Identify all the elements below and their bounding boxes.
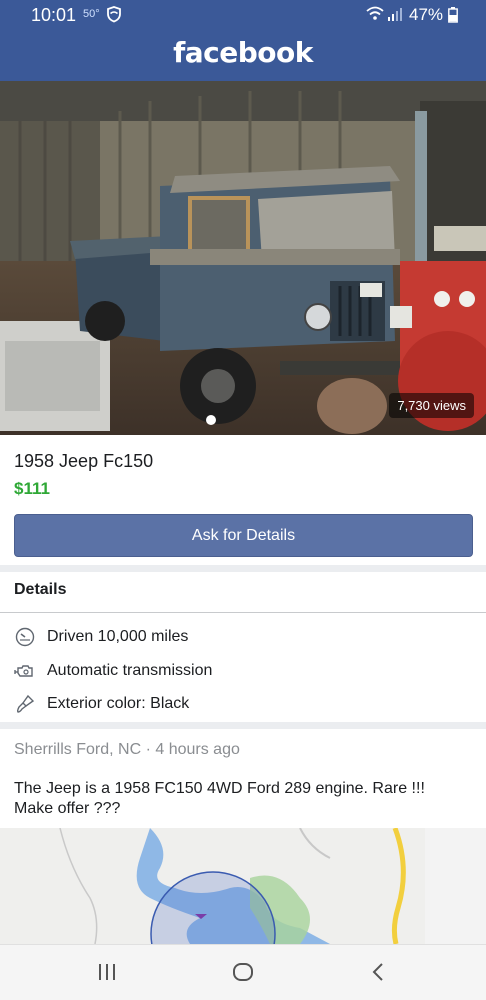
detail-text: Automatic transmission	[47, 662, 213, 679]
listing-price: $111	[14, 479, 50, 498]
photo-pager-dot[interactable]	[206, 415, 216, 425]
engine-icon	[14, 660, 36, 682]
listing-description: The Jeep is a 1958 FC150 4WD Ford 289 en…	[14, 780, 425, 817]
section-divider	[0, 722, 486, 729]
section-divider	[0, 565, 486, 572]
details-heading: Details	[14, 581, 67, 598]
view-count-badge: 7,730 views	[389, 393, 474, 418]
battery-percent: 47%	[409, 5, 444, 24]
detail-text: Driven 10,000 miles	[47, 628, 189, 645]
status-time: 10:01	[31, 5, 77, 25]
location-map[interactable]	[0, 828, 486, 944]
vpn-shield-icon	[105, 5, 123, 28]
paint-brush-icon	[14, 693, 36, 715]
speedometer-icon	[14, 626, 36, 648]
facebook-logo[interactable]: facebook	[0, 36, 486, 69]
divider	[0, 612, 486, 613]
status-bar: 10:01 50° 47%	[0, 0, 486, 30]
detail-text: Exterior color: Black	[47, 695, 190, 712]
app-header: 10:01 50° 47% facebook	[0, 0, 486, 81]
detail-row-color: Exterior color: Black	[14, 692, 189, 716]
ask-for-details-button[interactable]: Ask for Details	[14, 514, 473, 557]
battery-icon	[448, 7, 458, 28]
wifi-icon	[366, 6, 384, 27]
home-icon[interactable]	[232, 962, 254, 987]
status-temperature: 50°	[83, 8, 100, 20]
recent-apps-icon[interactable]	[97, 962, 117, 987]
detail-row-mileage: Driven 10,000 miles	[14, 625, 188, 649]
signal-icon	[386, 6, 404, 27]
system-nav-bar	[0, 944, 486, 1000]
listing-photo[interactable]: 7,730 views	[0, 81, 486, 435]
location-time: Sherrills Ford, NC · 4 hours ago	[14, 741, 240, 758]
detail-row-transmission: Automatic transmission	[14, 659, 212, 683]
listing-title: 1958 Jeep Fc150	[14, 451, 154, 471]
back-icon[interactable]	[370, 962, 386, 987]
